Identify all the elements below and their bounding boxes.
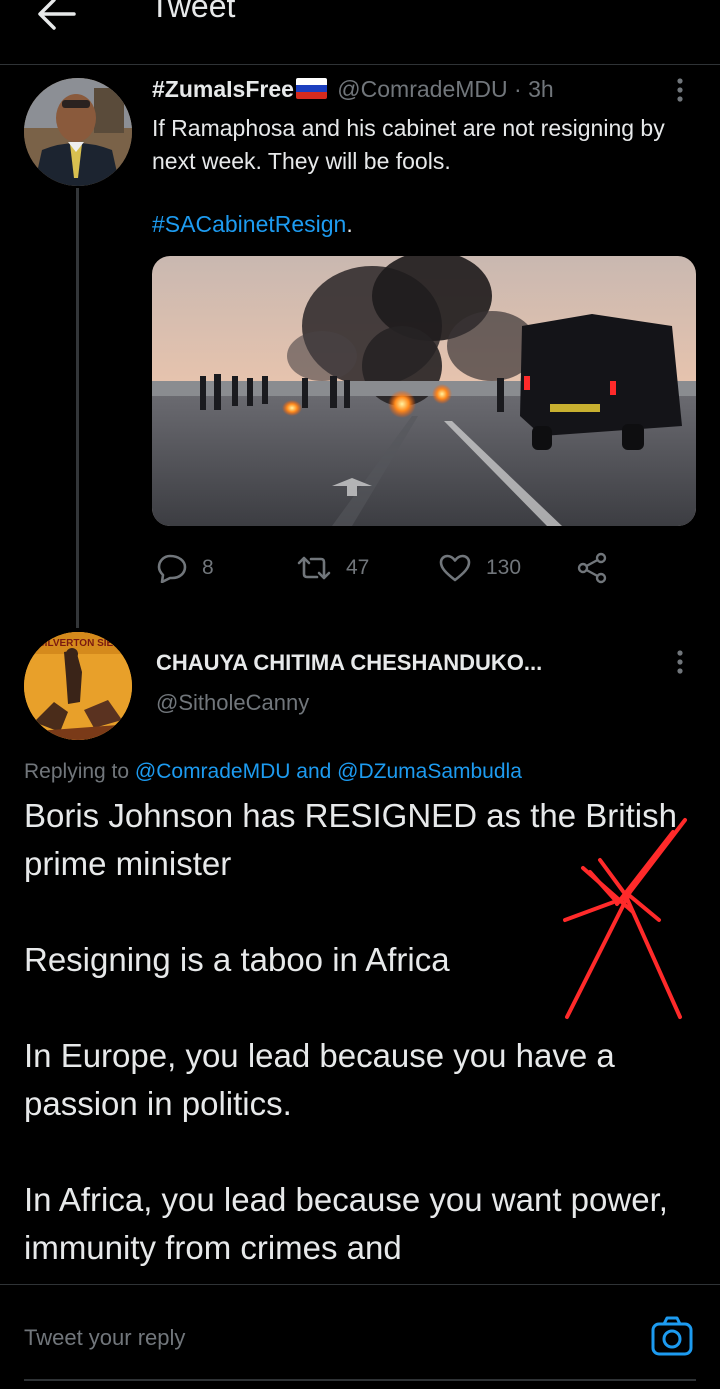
heart-icon [439, 554, 471, 582]
retweet-icon [297, 556, 331, 580]
retweet-count: 47 [346, 556, 370, 579]
russia-flag-icon [295, 78, 327, 99]
replying-to-label: Replying to [24, 760, 130, 783]
hashtag-text[interactable]: #SACabinetResign [152, 211, 346, 237]
tweet-media-image[interactable] [152, 256, 696, 526]
reply-action[interactable]: 8 [156, 546, 214, 590]
top-bar: Tweet [0, 0, 720, 65]
red-scribble-annotation [563, 818, 687, 1019]
thread-line [76, 188, 79, 628]
like-action[interactable]: 130 [438, 546, 521, 590]
avatar[interactable]: SILVERTON SIE [24, 632, 132, 740]
more-options-icon[interactable] [670, 76, 690, 106]
share-icon [577, 552, 607, 584]
user-handle[interactable]: @ComradeMDU [337, 76, 507, 102]
reply-composer: Tweet your reply [0, 1284, 720, 1389]
hashtag-suffix: . [346, 211, 353, 237]
svg-text:SILVERTON SIE: SILVERTON SIE [38, 638, 114, 649]
replying-and: and [296, 760, 332, 783]
retweet-action[interactable]: 47 [296, 546, 369, 590]
mention-link[interactable]: @ComradeMDU [135, 760, 291, 783]
more-options-icon[interactable] [670, 648, 690, 678]
tweet-header: #ZumaIsFree @ComradeMDU · 3h [152, 76, 554, 108]
page-title: Tweet [150, 0, 236, 24]
display-name[interactable]: CHAUYA CHITIMA CHESHANDUKO... [156, 650, 542, 676]
user-handle[interactable]: @SitholeCanny [156, 690, 309, 716]
replying-to: Replying to @ComradeMDU and @DZumaSambud… [24, 760, 522, 784]
hashtag-link[interactable]: #SACabinetResign. [152, 211, 353, 238]
camera-icon[interactable] [650, 1315, 694, 1359]
display-name[interactable]: #ZumaIsFree [152, 76, 294, 102]
share-action[interactable] [576, 546, 622, 590]
tweet-text: If Ramaphosa and his cabinet are not res… [152, 115, 665, 174]
reply-count: 8 [202, 556, 214, 579]
like-count: 130 [486, 556, 522, 579]
back-arrow-icon[interactable] [34, 0, 82, 34]
timestamp[interactable]: 3h [528, 76, 554, 102]
mention-link[interactable]: @DZumaSambudla [337, 760, 522, 783]
reply-icon [157, 554, 187, 583]
reply-paragraph: In Africa, you lead because you want pow… [24, 1181, 668, 1266]
reply-input[interactable]: Tweet your reply [24, 1325, 185, 1351]
separator-dot: · [514, 76, 522, 102]
divider [24, 1379, 696, 1381]
reply-paragraph: In Europe, you lead because you have a p… [24, 1037, 615, 1122]
avatar[interactable] [24, 78, 132, 186]
tweet-actions: 8 47 130 [152, 546, 632, 590]
